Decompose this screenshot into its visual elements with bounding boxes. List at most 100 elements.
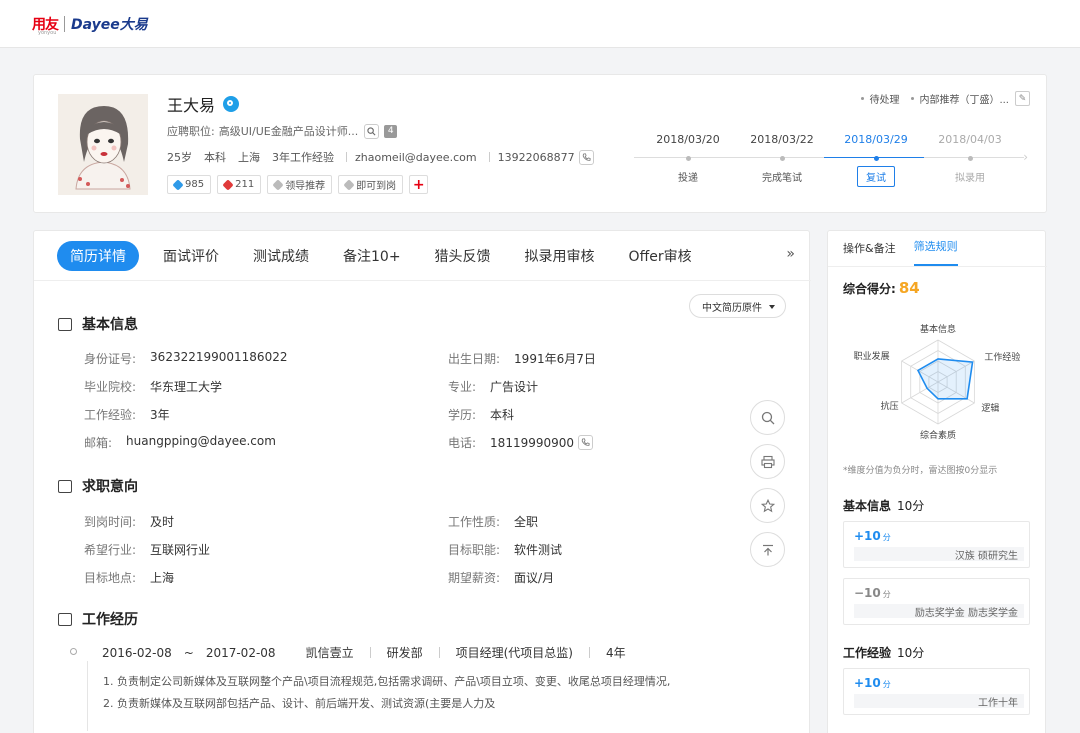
tag-985[interactable]: 985 (167, 175, 212, 194)
tag-leader-recommend[interactable]: 领导推荐 (267, 175, 333, 194)
tab-offer-review[interactable]: Offer审核 (619, 241, 702, 271)
edit-icon[interactable]: ✎ (1015, 91, 1030, 106)
work-description-1: 1. 负责制定公司新媒体及互联网整个产品\项目流程规范,包括需求调研、产品\项目… (103, 675, 671, 688)
status-pending: 待处理 (869, 95, 900, 106)
timeline-step-submit[interactable]: 2018/03/20 投递 (640, 133, 736, 184)
tab-headhunter-feedback[interactable]: 猎头反馈 (425, 241, 501, 271)
apply-count-badge[interactable]: 4 (384, 124, 398, 138)
candidate-name: 王大易 (167, 96, 216, 115)
search-icon (761, 411, 774, 424)
apply-position[interactable]: 高级UI/UE金融产品设计师... (219, 123, 359, 139)
section-job-intent: 求职意向 (58, 476, 138, 496)
rule-points: +10 (854, 529, 881, 543)
radar-label: 基本信息 (920, 323, 956, 335)
star-icon (760, 498, 775, 512)
category-basic-info: 基本信息 10分 (843, 497, 924, 514)
rule-points: +10 (854, 676, 881, 690)
field-school: 毕业院校: 华东理工大学 (84, 378, 222, 395)
phone-icon[interactable] (578, 435, 594, 450)
field-function: 目标职能: 软件测试 (448, 541, 562, 558)
candidate-age: 25岁 (167, 151, 192, 164)
field-value: 上海 (150, 571, 175, 585)
timeline-step-written-test[interactable]: 2018/03/22 完成笔试 (734, 133, 830, 184)
tag-211[interactable]: 211 (217, 175, 262, 194)
field-value: 3年 (150, 408, 170, 422)
field-experience: 工作经验: 3年 (84, 406, 170, 423)
search-button[interactable] (750, 400, 785, 435)
rule-description: 励志奖学金 励志奖学金 (854, 604, 1024, 618)
field-label: 工作性质: (448, 515, 501, 529)
field-value: 全职 (514, 515, 539, 529)
timeline-step-offer[interactable]: 2018/04/03 拟录用 (922, 133, 1018, 184)
resume-tabs: 简历详情 面试评价 测试成绩 备注10+ 猎头反馈 拟录用审核 Offer审核 … (34, 231, 811, 281)
radar-label: 逻辑 (981, 402, 999, 414)
rule-item[interactable]: −10 分 励志奖学金 励志奖学金 (843, 578, 1030, 625)
section-basic-info: 基本信息 (58, 314, 138, 334)
field-value: 及时 (150, 515, 175, 529)
field-value[interactable]: huangpping@dayee.com (126, 434, 276, 451)
section-title: 基本信息 (82, 317, 138, 333)
tag-available-now[interactable]: 即可到岗 (338, 175, 404, 194)
yonyou-sub: yonyou (38, 30, 57, 36)
candidate-email[interactable]: zhaomeil@dayee.com (355, 151, 477, 164)
field-education: 学历: 本科 (448, 406, 514, 423)
add-tag-button[interactable]: + (409, 175, 429, 194)
rule-unit: 分 (882, 590, 891, 599)
verified-icon (223, 96, 240, 112)
field-label: 期望薪资: (448, 571, 501, 585)
side-tabs: 操作&备注 筛选规则 (828, 231, 1047, 267)
work-timeline-dot (70, 648, 77, 655)
rule-item[interactable]: +10 分 汉族 硕研究生 (843, 521, 1030, 568)
section-title: 工作经历 (82, 612, 138, 628)
status-source: 内部推荐（丁盛）... (919, 95, 1009, 106)
field-phone: 电话: 18119990900 (448, 434, 594, 451)
chevron-right-icon[interactable]: › (1023, 150, 1028, 164)
work-company: 凯信壹立 (305, 646, 354, 660)
field-salary: 期望薪资: 面议/月 (448, 569, 554, 586)
print-icon (760, 455, 775, 468)
clipboard-icon (58, 479, 72, 493)
favorite-button[interactable] (750, 488, 785, 523)
tab-resume-detail[interactable]: 简历详情 (57, 240, 139, 271)
tab-actions-notes[interactable]: 操作&备注 (843, 240, 896, 266)
apply-label: 应聘职位: (167, 125, 215, 138)
step-label: 复试 (857, 166, 895, 187)
work-description-2: 2. 负责新媒体及互联网部包括产品、设计、前后端开发、测试资源(主要是人力及 (103, 697, 496, 710)
back-to-top-button[interactable] (750, 532, 785, 567)
tabs-more-icon[interactable]: » (786, 246, 795, 262)
timeline-step-second-interview[interactable]: 2018/03/29 复试 (828, 133, 924, 187)
rule-item[interactable]: +10 分 工作十年 (843, 668, 1030, 715)
field-value[interactable]: 18119990900 (490, 436, 574, 450)
brand-logo[interactable]: 用友 yonyou Dayee大易 (32, 14, 148, 36)
score-label: 综合得分: (843, 282, 896, 296)
radar-label: 职业发展 (854, 350, 890, 362)
tab-screening-rules[interactable]: 筛选规则 (913, 238, 958, 266)
print-button[interactable] (750, 444, 785, 479)
field-id: 身份证号: 362322199001186022 (84, 350, 287, 367)
screening-panel: 操作&备注 筛选规则 综合得分: 84 基本信息 工作经验 逻辑 综合素质 抗压 职业发展 … (827, 230, 1047, 733)
phone-icon[interactable] (578, 149, 594, 165)
tab-notes[interactable]: 备注10+ (333, 241, 411, 271)
search-icon[interactable] (364, 123, 380, 139)
candidate-degree: 本科 (204, 151, 226, 164)
field-value: 广告设计 (490, 380, 539, 394)
tab-interview-review[interactable]: 面试评价 (153, 241, 229, 271)
candidate-phone[interactable]: 13922068877 (498, 151, 575, 164)
field-industry: 希望行业: 互联网行业 (84, 541, 210, 558)
section-title: 求职意向 (82, 479, 138, 495)
step-dot (967, 156, 973, 161)
resume-source-select[interactable]: 中文简历原件 (689, 294, 786, 318)
work-date-separator: ~ (183, 645, 194, 660)
field-job-type: 工作性质: 全职 (448, 513, 538, 530)
tag-icon (272, 178, 284, 191)
step-dot (873, 156, 879, 161)
tab-test-score[interactable]: 测试成绩 (243, 241, 319, 271)
field-label: 身份证号: (84, 352, 137, 366)
resume-select-value: 中文简历原件 (702, 302, 762, 314)
work-department: 研发部 (386, 646, 423, 660)
tab-offer-approval[interactable]: 拟录用审核 (515, 241, 605, 271)
field-email: 邮箱: huangpping@dayee.com (84, 434, 276, 451)
radar-label: 工作经验 (984, 351, 1020, 363)
work-position: 项目经理(代项目总监) (455, 646, 573, 660)
category-title: 工作经验 (843, 646, 892, 660)
